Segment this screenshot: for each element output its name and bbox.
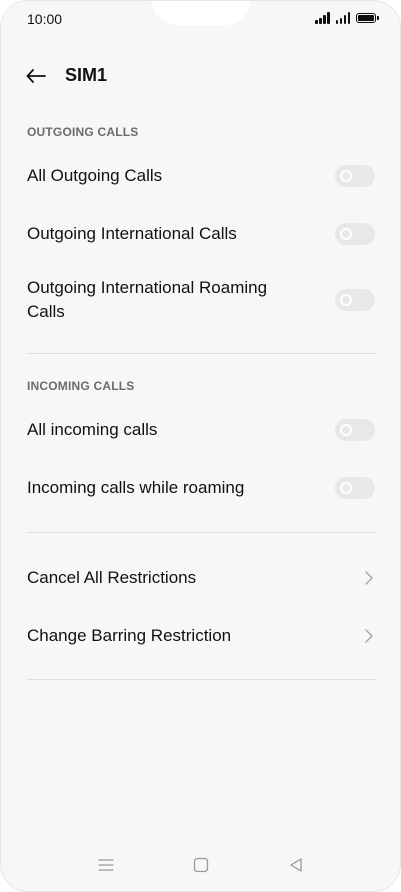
phone-screen: 10:00 SIM1 OUTGOING CALLS All Outgoing C… [0, 0, 401, 892]
navigation-bar [1, 841, 400, 891]
row-all-incoming-calls[interactable]: All incoming calls [27, 417, 375, 443]
row-label: Incoming calls while roaming [27, 478, 245, 497]
section-label-outgoing: OUTGOING CALLS [27, 125, 139, 139]
menu-icon [98, 859, 114, 871]
signal-sim2-icon [335, 12, 350, 24]
row-outgoing-international-roaming-calls[interactable]: Outgoing International Roaming Calls [27, 275, 375, 325]
divider [27, 353, 375, 354]
row-cancel-all-restrictions[interactable]: Cancel All Restrictions [27, 565, 375, 591]
nav-back-button[interactable] [286, 855, 306, 875]
row-outgoing-international-calls[interactable]: Outgoing International Calls [27, 221, 375, 247]
page-title: SIM1 [65, 65, 108, 85]
status-icons [315, 12, 379, 24]
divider [27, 679, 375, 680]
nav-home-button[interactable] [191, 855, 211, 875]
chevron-right-icon [363, 627, 375, 645]
section-label-incoming: INCOMING CALLS [27, 379, 135, 393]
toggle-outgoing-international-calls[interactable] [335, 223, 375, 245]
chevron-right-icon [363, 569, 375, 587]
row-label: Outgoing International Calls [27, 224, 237, 243]
signal-sim1-icon [315, 12, 330, 24]
toggle-all-incoming-calls[interactable] [335, 419, 375, 441]
square-home-icon [193, 857, 209, 873]
row-label: Outgoing International Roaming Calls [27, 278, 268, 321]
row-change-barring-restriction[interactable]: Change Barring Restriction [27, 623, 375, 649]
arrow-left-icon [26, 69, 46, 83]
nav-menu-button[interactable] [96, 855, 116, 875]
triangle-back-icon [290, 858, 302, 872]
status-time: 10:00 [27, 11, 63, 27]
divider [27, 532, 375, 533]
row-label: All incoming calls [27, 420, 158, 439]
battery-icon [356, 13, 379, 23]
toggle-incoming-calls-while-roaming[interactable] [335, 477, 375, 499]
app-header: SIM1 [1, 59, 400, 93]
row-label: Change Barring Restriction [27, 626, 232, 645]
row-label: All Outgoing Calls [27, 166, 163, 185]
row-all-outgoing-calls[interactable]: All Outgoing Calls [27, 163, 375, 189]
row-incoming-calls-while-roaming[interactable]: Incoming calls while roaming [27, 475, 375, 501]
toggle-outgoing-international-roaming-calls[interactable] [335, 289, 375, 311]
status-bar: 10:00 [1, 1, 400, 37]
toggle-all-outgoing-calls[interactable] [335, 165, 375, 187]
back-button[interactable] [25, 65, 47, 87]
row-label: Cancel All Restrictions [27, 568, 197, 587]
